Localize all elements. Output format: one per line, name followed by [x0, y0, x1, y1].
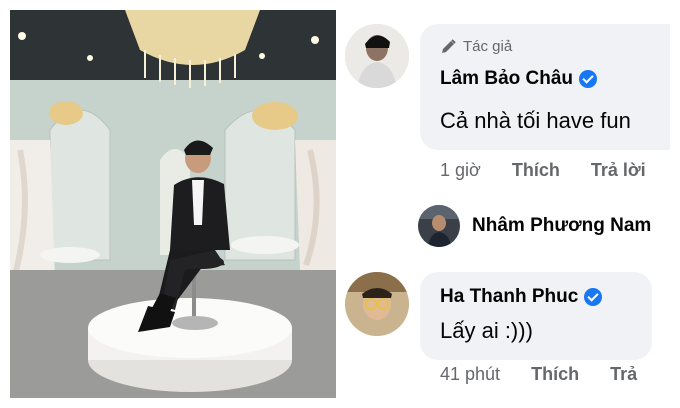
avatar-nham-phuong-nam: [418, 205, 460, 247]
boutique-scene-image: [10, 10, 336, 398]
comment-author-name[interactable]: Ha Thanh Phuc: [440, 286, 578, 308]
comment-actions-2: 41 phút Thích Trả: [440, 364, 663, 385]
avatar-image: [345, 272, 409, 336]
post-photo[interactable]: [10, 10, 336, 398]
comment-text: Cả nhà tối have fun: [440, 108, 631, 133]
like-button[interactable]: Thích: [531, 364, 579, 384]
author-tag-label: Tác giả: [463, 38, 513, 55]
comment-time[interactable]: 1 giờ: [440, 160, 481, 180]
author-tag: Tác giả: [440, 38, 512, 55]
comment-bubble-1[interactable]: Tác giả Lâm Bảo Châu Cả nhà tối have fun: [420, 24, 670, 150]
comment-bubble-2[interactable]: Ha Thanh Phuc Lấy ai :))): [420, 272, 652, 360]
comment-actions-1: 1 giờ Thích Trả lời: [440, 160, 672, 181]
verified-badge-icon: [579, 70, 598, 88]
comment-time[interactable]: 41 phút: [440, 364, 500, 384]
like-button[interactable]: Thích: [512, 160, 560, 180]
pencil-icon: [442, 39, 456, 53]
avatar-image: [418, 205, 460, 247]
reply-thread-row[interactable]: Nhâm Phương Nam: [418, 205, 651, 247]
avatar-lam-bao-chau[interactable]: [345, 24, 409, 88]
reply-button[interactable]: Trả lời: [591, 160, 646, 180]
verified-badge-icon: [584, 288, 603, 306]
comment-author-name[interactable]: Lâm Bảo Châu: [440, 68, 573, 90]
avatar-image: [345, 24, 409, 88]
reply-author-name[interactable]: Nhâm Phương Nam: [472, 215, 651, 237]
avatar-ha-thanh-phuc[interactable]: [345, 272, 409, 336]
comment-text: Lấy ai :))): [440, 318, 533, 343]
reply-button[interactable]: Trả: [610, 364, 637, 384]
